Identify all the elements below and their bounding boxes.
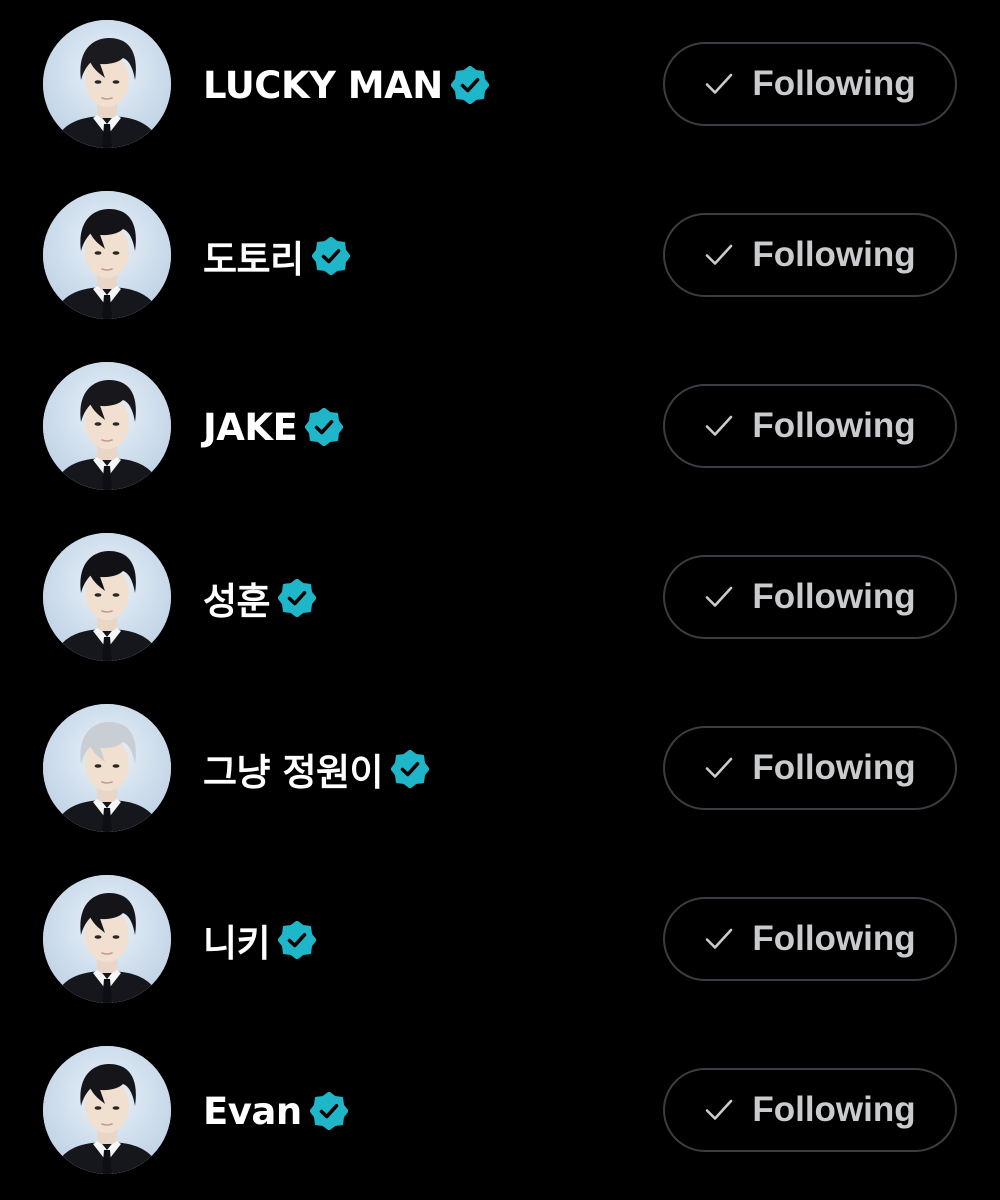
user-name-wrap: Evan	[203, 1081, 349, 1141]
user-row[interactable]: LUCKY MAN Following	[0, 0, 1000, 170]
verified-badge-icon	[309, 1091, 349, 1131]
user-row[interactable]: JAKE Following	[0, 342, 1000, 512]
following-button[interactable]: Following	[663, 384, 957, 468]
user-name-wrap: 그냥 정원이	[203, 739, 430, 799]
following-list: LUCKY MAN Following 도토리 Following JAKE F…	[0, 0, 1000, 1200]
checkmark-icon	[704, 753, 734, 783]
following-button[interactable]: Following	[663, 897, 957, 981]
following-button-label: Following	[752, 64, 916, 103]
following-button-label: Following	[752, 919, 916, 958]
user-name-wrap: 니키	[203, 910, 317, 970]
user-name[interactable]: JAKE	[203, 406, 298, 449]
checkmark-icon	[704, 240, 734, 270]
user-row[interactable]: 성훈 Following	[0, 513, 1000, 683]
following-button-label: Following	[752, 577, 916, 616]
avatar[interactable]	[43, 20, 171, 148]
user-row[interactable]: 그냥 정원이 Following	[0, 684, 1000, 854]
following-button-label: Following	[752, 235, 916, 274]
avatar[interactable]	[43, 875, 171, 1003]
verified-badge-icon	[390, 749, 430, 789]
following-button[interactable]: Following	[663, 1068, 957, 1152]
user-row[interactable]: 니키 Following	[0, 855, 1000, 1025]
user-name[interactable]: 도토리	[203, 229, 304, 283]
avatar[interactable]	[43, 704, 171, 832]
verified-badge-icon	[311, 236, 351, 276]
user-name-wrap: LUCKY MAN	[203, 55, 490, 115]
following-button-label: Following	[752, 406, 916, 445]
user-name[interactable]: LUCKY MAN	[203, 64, 443, 107]
following-button[interactable]: Following	[663, 42, 957, 126]
user-row[interactable]: Evan Following	[0, 1026, 1000, 1196]
user-name-wrap: 도토리	[203, 226, 351, 286]
following-button-label: Following	[752, 748, 916, 787]
user-row[interactable]: 도토리 Following	[0, 171, 1000, 341]
checkmark-icon	[704, 411, 734, 441]
user-name-wrap: 성훈	[203, 568, 317, 628]
following-button[interactable]: Following	[663, 726, 957, 810]
user-name[interactable]: Evan	[203, 1090, 302, 1133]
checkmark-icon	[704, 924, 734, 954]
user-name[interactable]: 성훈	[203, 571, 271, 625]
verified-badge-icon	[450, 65, 490, 105]
user-name-wrap: JAKE	[203, 397, 344, 457]
avatar[interactable]	[43, 191, 171, 319]
verified-badge-icon	[277, 920, 317, 960]
checkmark-icon	[704, 1095, 734, 1125]
following-button[interactable]: Following	[663, 213, 957, 297]
checkmark-icon	[704, 582, 734, 612]
verified-badge-icon	[277, 578, 317, 618]
user-name[interactable]: 니키	[203, 913, 271, 967]
following-button-label: Following	[752, 1090, 916, 1129]
verified-badge-icon	[304, 407, 344, 447]
following-button[interactable]: Following	[663, 555, 957, 639]
avatar[interactable]	[43, 1046, 171, 1174]
user-name[interactable]: 그냥 정원이	[203, 742, 384, 796]
avatar[interactable]	[43, 533, 171, 661]
checkmark-icon	[704, 69, 734, 99]
avatar[interactable]	[43, 362, 171, 490]
